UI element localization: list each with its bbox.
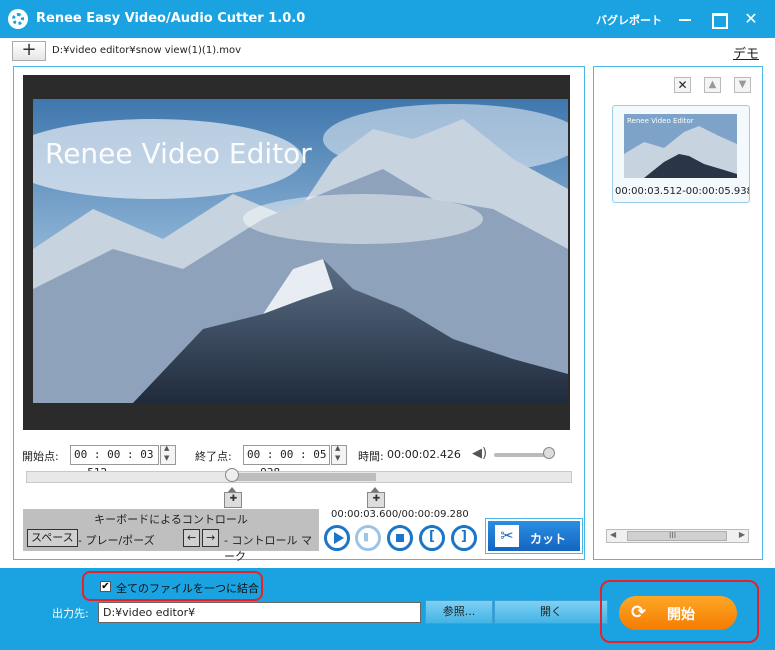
output-folder-label: 出力先: bbox=[52, 607, 89, 620]
open-folder-button[interactable]: 開く bbox=[494, 600, 608, 624]
refresh-icon: ⟳ bbox=[631, 602, 647, 623]
minimize-icon[interactable] bbox=[674, 8, 696, 30]
video-frame: Renee Video Editor bbox=[33, 99, 568, 403]
video-preview[interactable]: Renee Video Editor bbox=[23, 75, 570, 430]
scissors-icon: ✂ bbox=[495, 525, 519, 547]
space-key-desc: - プレー/ポーズ bbox=[78, 534, 155, 547]
duration-label: 時間: bbox=[358, 450, 384, 463]
keyboard-help-title: キーボードによるコントロール bbox=[94, 513, 248, 526]
add-file-button[interactable]: + bbox=[12, 41, 46, 61]
right-arrow-key: → bbox=[202, 529, 220, 547]
duration-value: 00:00:02.426 bbox=[387, 448, 461, 461]
volume-slider-handle[interactable] bbox=[543, 447, 556, 459]
start-button[interactable]: ⟳ 開始 bbox=[619, 596, 737, 630]
start-point-label: 開始点: bbox=[22, 450, 59, 463]
start-point-input[interactable]: 00 : 00 : 03 . 512 bbox=[70, 445, 159, 479]
keyboard-help: キーボードによるコントロール スペース - プレー/ポーズ ← → - コントロ… bbox=[23, 509, 319, 563]
set-end-button[interactable] bbox=[451, 525, 477, 551]
timeline-track[interactable] bbox=[26, 471, 572, 483]
delete-clip-icon[interactable]: ✕ bbox=[674, 77, 691, 93]
position-readout: 00:00:03.600/00:00:09.280 bbox=[331, 509, 469, 520]
clip-list-panel: ✕ ▲ ▼ Renee Video Editor 00:00:03.512-00… bbox=[593, 66, 763, 560]
merge-label[interactable]: 全てのファイルを一つに結合 bbox=[116, 580, 259, 596]
merge-option: ✔ 全てのファイルを一つに結合 bbox=[82, 571, 263, 601]
cut-button[interactable]: ✂ カット bbox=[485, 518, 583, 554]
editor-panel: Renee Video Editor 開始点: 00 : 00 : 03 . 5… bbox=[13, 66, 585, 563]
start-point-stepper[interactable] bbox=[160, 444, 176, 465]
clip-thumbnail-watermark: Renee Video Editor bbox=[627, 117, 694, 125]
bug-report-link[interactable]: バグレポート bbox=[596, 12, 662, 28]
maximize-icon[interactable] bbox=[707, 8, 729, 30]
file-path: D:¥video editor¥snow view(1)(1).mov bbox=[52, 45, 242, 56]
video-watermark: Renee Video Editor bbox=[45, 137, 312, 170]
set-start-button[interactable] bbox=[419, 525, 445, 551]
space-key: スペース bbox=[27, 529, 78, 547]
scrollbar-grip: III bbox=[669, 531, 677, 540]
timeline-selection bbox=[233, 473, 377, 481]
film-reel-icon bbox=[8, 9, 28, 29]
play-button[interactable] bbox=[324, 525, 350, 551]
output-bar: ✔ 全てのファイルを一つに結合 出力先: D:¥video editor¥ 参照… bbox=[0, 568, 775, 650]
start-marker-handle[interactable] bbox=[224, 487, 243, 508]
app-title: Renee Easy Video/Audio Cutter 1.0.0 bbox=[36, 11, 306, 26]
scroll-left-icon[interactable]: ◀ bbox=[610, 530, 616, 539]
scrollbar-thumb[interactable] bbox=[627, 531, 727, 541]
snapshot-button[interactable] bbox=[355, 525, 381, 551]
start-highlight: ⟳ 開始 bbox=[600, 580, 759, 643]
move-down-icon[interactable]: ▼ bbox=[734, 77, 751, 93]
main-content: + D:¥video editor¥snow view(1)(1).mov デモ bbox=[0, 38, 775, 568]
clip-item[interactable]: Renee Video Editor 00:00:03.512-00:00:05… bbox=[612, 105, 750, 203]
browse-button[interactable]: 参照... bbox=[425, 600, 493, 624]
start-label: 開始 bbox=[667, 607, 695, 623]
merge-checkbox[interactable]: ✔ bbox=[100, 581, 111, 592]
scroll-right-icon[interactable]: ▶ bbox=[739, 530, 745, 539]
close-icon[interactable]: ✕ bbox=[740, 8, 762, 30]
stop-button[interactable] bbox=[387, 525, 413, 551]
end-point-label: 終了点: bbox=[195, 450, 232, 463]
end-marker-handle[interactable] bbox=[367, 487, 386, 508]
clip-list-scrollbar[interactable]: ◀ III ▶ bbox=[606, 529, 749, 543]
clip-range: 00:00:03.512-00:00:05.938 bbox=[615, 186, 750, 197]
volume-icon[interactable]: ◀) bbox=[472, 446, 487, 461]
title-bar: Renee Easy Video/Audio Cutter 1.0.0 バグレポ… bbox=[0, 0, 775, 38]
end-point-input[interactable]: 00 : 00 : 05 . 938 bbox=[243, 445, 330, 479]
left-arrow-key: ← bbox=[183, 529, 201, 547]
end-point-stepper[interactable] bbox=[331, 444, 347, 465]
demo-link[interactable]: デモ bbox=[733, 43, 759, 62]
clip-thumbnail: Renee Video Editor bbox=[624, 114, 737, 178]
cut-label: カット bbox=[530, 532, 567, 546]
move-up-icon[interactable]: ▲ bbox=[704, 77, 721, 93]
output-folder-input[interactable]: D:¥video editor¥ bbox=[98, 602, 421, 623]
arrow-key-desc: - コントロール マーク bbox=[224, 534, 312, 563]
